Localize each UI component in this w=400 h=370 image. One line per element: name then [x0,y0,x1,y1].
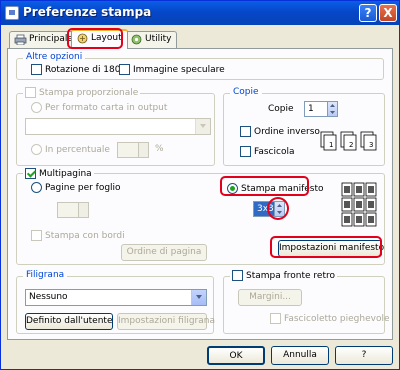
multipagina-label: Multipagina [39,168,92,179]
ordine-di-pagina-button[interactable]: Ordine di pagina [121,244,207,261]
copie-spinner[interactable] [327,101,338,117]
definito-utente-button[interactable]: Definito dall'utente [25,313,113,330]
stampa-con-bordi-label: Stampa con bordi [45,230,125,241]
rotazione-checkbox-box[interactable] [31,64,42,75]
help-button[interactable]: ? [335,346,393,365]
utility-tab-icon [131,34,142,45]
title-help-button[interactable]: ? [359,4,377,22]
in-percentuale-radio[interactable]: In percentuale [31,144,110,155]
copie-input[interactable]: 1 [304,101,328,117]
filigrana-group: Filigrana Nessuno Definito dall'utente I… [16,270,215,334]
svg-text:3: 3 [369,141,373,149]
per-formato-radio-dot[interactable] [31,102,42,113]
impostazioni-filigrana-button[interactable]: Impostazioni filigrana [117,313,215,330]
altre-opzioni-group: Altre opzioni Rotazione di 180° Immagine… [16,52,384,80]
speculare-checkbox-box[interactable] [119,64,130,75]
title-bar[interactable]: Preferenze stampa ? X [1,1,399,25]
tab-principale[interactable]: Principale [9,31,79,48]
stampa-manifesto-label: Stampa manifesto [241,183,324,194]
stampa-con-bordi-box[interactable] [31,230,42,241]
manifesto-input[interactable]: 3x3 [253,201,275,217]
ok-button[interactable]: OK [207,346,265,365]
stampa-manifesto-dot[interactable] [227,183,238,194]
tab-principale-label: Principale [29,34,73,44]
copie-legend: Copie [230,87,262,97]
pagine-spinner[interactable] [78,202,89,218]
stampa-proporzionale-box[interactable] [25,87,36,98]
per-formato-radio[interactable]: Per formato carta in output [31,102,167,113]
altre-opzioni-legend: Altre opzioni [23,52,86,62]
percentuale-spinner[interactable] [138,142,149,158]
annulla-button[interactable]: Annulla [271,346,329,365]
spinner-arrows-icon [330,104,335,114]
fascicoletto-checkbox[interactable]: Fascicoletto pieghevole [270,313,390,324]
impostazioni-manifesto-button[interactable]: Impostazioni manifesto [278,240,384,257]
percentuale-input[interactable] [117,142,139,158]
fronte-retro-checkbox[interactable]: Stampa fronte retro [230,270,337,281]
multipagina-box[interactable] [25,168,36,179]
margini-button[interactable]: Margini... [238,289,302,306]
formato-select[interactable] [25,118,211,135]
fascicoletto-box[interactable] [270,313,281,324]
pagine-per-foglio-dot[interactable] [31,182,42,193]
speculare-checkbox[interactable]: Immagine speculare [119,64,225,75]
tab-utility[interactable]: Utility [125,31,178,48]
filigrana-select[interactable]: Nessuno [25,289,207,306]
fascicoletto-label: Fascicoletto pieghevole [284,313,390,324]
window-title: Preferenze stampa [23,5,152,19]
tab-utility-label: Utility [145,34,172,44]
rotazione-label: Rotazione di 180° [45,64,125,75]
per-formato-label: Per formato carta in output [45,102,168,113]
svg-text:2: 2 [349,141,353,149]
tab-layout-label: Layout [91,33,122,43]
fronte-retro-label: Stampa fronte retro [246,270,335,281]
filigrana-legend: Filigrana [23,270,68,280]
stampa-manifesto-radio[interactable]: Stampa manifesto [227,183,324,194]
printer-tab-icon [14,34,27,45]
percent-sign: % [155,144,164,154]
chevron-down-icon [195,119,210,134]
printer-icon [5,6,19,20]
fascicola-label: Fascicola [254,146,295,157]
tab-layout[interactable]: Layout [71,29,128,49]
ordine-inverso-box[interactable] [240,126,251,137]
ordine-inverso-checkbox[interactable]: Ordine inverso [240,126,320,137]
multipagina-group: Multipagina Pagine per foglio Stampa man… [16,168,385,265]
stampa-proporzionale-group: Stampa proporzionale Per formato carta i… [16,87,215,166]
copie-group: Copie Copie 1 Ordine inverso Fascicola 1… [223,87,385,166]
rotazione-checkbox[interactable]: Rotazione di 180° [31,64,125,75]
stampa-proporzionale-label: Stampa proporzionale [39,87,139,98]
ordine-inverso-label: Ordine inverso [254,126,320,137]
stampa-proporzionale-checkbox[interactable]: Stampa proporzionale [23,87,141,98]
in-percentuale-label: In percentuale [45,144,110,155]
layout-panel: Altre opzioni Rotazione di 180° Immagine… [7,48,393,340]
filigrana-selected: Nessuno [29,292,68,302]
collate-pages-icon: 1 2 3 [320,131,377,151]
chevron-down-icon [191,290,206,305]
pagine-per-foglio-label: Pagine per foglio [45,182,121,193]
title-close-button[interactable]: X [379,4,397,22]
multipagina-checkbox[interactable]: Multipagina [23,168,94,179]
fascicola-checkbox[interactable]: Fascicola [240,146,294,157]
manifesto-spinner[interactable] [274,201,285,217]
poster-grid-icon [341,182,377,227]
fronte-retro-group: Stampa fronte retro Margini... Fascicole… [223,270,390,334]
spinner-arrows-icon [277,204,282,214]
svg-text:1: 1 [329,141,333,149]
copie-label: Copie [268,104,294,114]
fascicola-box[interactable] [240,146,251,157]
pagine-per-foglio-radio[interactable]: Pagine per foglio [31,182,121,193]
in-percentuale-radio-dot[interactable] [31,144,42,155]
print-preferences-dialog: Preferenze stampa ? X Principale Layout [0,0,400,370]
pagine-input[interactable] [57,202,79,218]
layout-tab-icon [77,33,88,44]
speculare-label: Immagine speculare [133,64,225,75]
stampa-con-bordi-checkbox[interactable]: Stampa con bordi [31,230,125,241]
fronte-retro-box[interactable] [232,270,243,281]
